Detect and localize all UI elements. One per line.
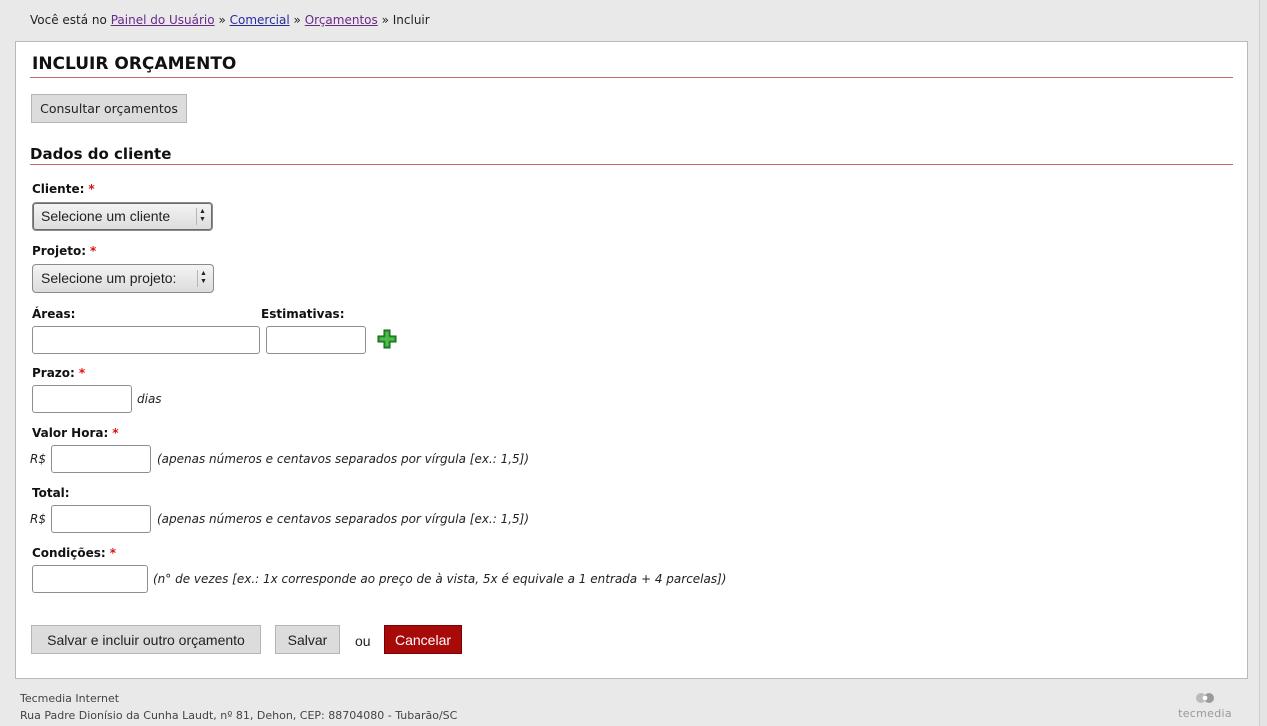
consult-budgets-button[interactable]: Consultar orçamentos (31, 94, 187, 123)
tecmedia-logo-icon (1196, 693, 1214, 703)
page-title: INCLUIR ORÇAMENTO (32, 54, 237, 74)
valor-hora-input[interactable] (51, 445, 151, 473)
updown-arrow-icon: ▲ ▼ (196, 208, 208, 225)
main-panel: INCLUIR ORÇAMENTO Consultar orçamentos D… (15, 41, 1248, 679)
estimativas-input[interactable] (266, 326, 366, 354)
section-divider (30, 164, 1233, 165)
required-marker: * (78, 366, 86, 380)
prazo-unit: dias (137, 392, 162, 406)
areas-label: Áreas: (32, 307, 76, 321)
projeto-select-value: Selecione um projeto: (41, 270, 177, 286)
save-button[interactable]: Salvar (275, 625, 340, 654)
footer-logo-text: tecmedia (1178, 707, 1232, 720)
estimativas-label: Estimativas: (261, 307, 345, 321)
breadcrumb-link-comercial[interactable]: Comercial (230, 13, 290, 27)
required-marker: * (112, 426, 119, 440)
total-input[interactable] (51, 505, 151, 533)
valor-hora-currency: R$ (30, 452, 46, 466)
breadcrumb-separator: » (218, 13, 226, 27)
footer-logo: tecmedia (1170, 692, 1240, 720)
areas-input[interactable] (32, 326, 260, 354)
breadcrumb-link-orcamentos[interactable]: Orçamentos (305, 13, 378, 27)
title-divider (30, 77, 1233, 78)
required-marker: * (88, 182, 95, 196)
plus-icon[interactable] (377, 329, 397, 349)
breadcrumb: Você está no Painel do Usuário » Comerci… (30, 13, 430, 27)
prazo-label: Prazo: * (32, 366, 85, 380)
projeto-label: Projeto: * (32, 244, 96, 258)
total-hint: (apenas números e centavos separados por… (157, 512, 530, 526)
breadcrumb-prefix: Você está no (30, 13, 107, 27)
section-title: Dados do cliente (30, 145, 172, 163)
prazo-label-text: Prazo: (32, 366, 75, 380)
cliente-select-value: Selecione um cliente (41, 208, 171, 224)
required-marker: * (109, 546, 117, 560)
valor-hora-label: Valor Hora: * (32, 426, 119, 440)
condicoes-label-text: Condições: (32, 546, 106, 560)
cliente-label-text: Cliente: (32, 182, 85, 196)
updown-arrow-icon: ▲ ▼ (197, 270, 209, 287)
breadcrumb-separator: » (381, 13, 389, 27)
footer: Tecmedia Internet Rua Padre Dionísio da … (20, 690, 457, 724)
breadcrumb-link-painel[interactable]: Painel do Usuário (111, 13, 215, 27)
total-label: Total: (32, 486, 70, 500)
total-currency: R$ (30, 512, 46, 526)
projeto-label-text: Projeto: (32, 244, 86, 258)
breadcrumb-separator: » (293, 13, 301, 27)
cliente-select[interactable]: Selecione um cliente ▲ ▼ (32, 202, 213, 231)
breadcrumb-current: Incluir (392, 13, 430, 27)
or-text: ou (355, 633, 371, 649)
condicoes-hint: (n° de vezes [ex.: 1x corresponde ao pre… (153, 572, 727, 586)
condicoes-label: Condições: * (32, 546, 116, 560)
cliente-label: Cliente: * (32, 182, 95, 196)
valor-hora-hint: (apenas números e centavos separados por… (157, 452, 530, 466)
projeto-select[interactable]: Selecione um projeto: ▲ ▼ (32, 264, 214, 293)
condicoes-input[interactable] (32, 565, 148, 593)
prazo-input[interactable] (32, 385, 132, 413)
required-marker: * (90, 244, 97, 258)
footer-address: Rua Padre Dionísio da Cunha Laudt, nº 81… (20, 709, 458, 722)
footer-company: Tecmedia Internet (20, 692, 120, 705)
valor-hora-label-text: Valor Hora: (32, 426, 109, 440)
cancel-button[interactable]: Cancelar (384, 625, 462, 654)
window-scrollbar[interactable] (1259, 0, 1267, 726)
save-and-new-button[interactable]: Salvar e incluir outro orçamento (31, 625, 261, 654)
